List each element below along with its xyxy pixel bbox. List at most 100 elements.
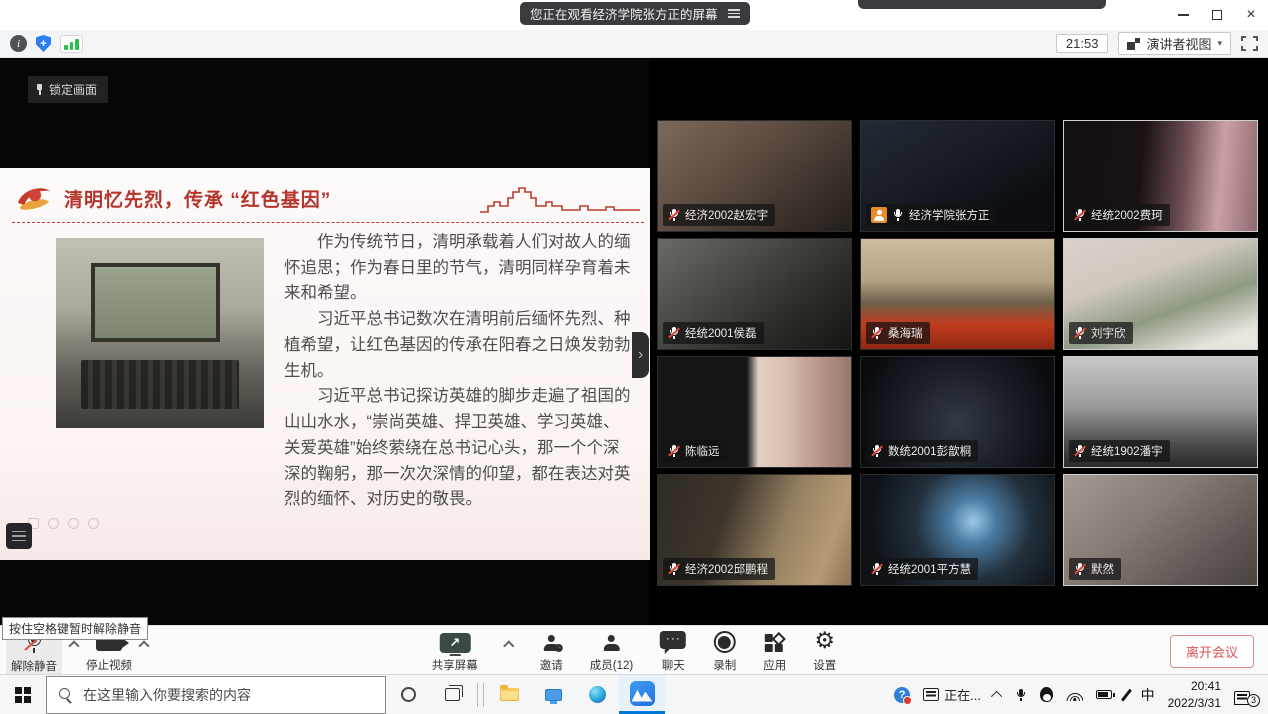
mic-muted-icon — [1074, 208, 1086, 222]
video-tile[interactable]: 陈临远 — [657, 356, 852, 468]
video-tile[interactable]: 经统1902潘宇 — [1063, 356, 1258, 468]
video-tile[interactable]: 经统2001平方慧 — [860, 474, 1055, 586]
participant-name: 桑海瑞 — [888, 325, 923, 341]
help-tray-icon[interactable]: ? — [894, 687, 910, 703]
video-tile[interactable]: 刘宇欣 — [1063, 238, 1258, 350]
start-button[interactable] — [0, 675, 46, 714]
chat-button[interactable]: ··· 聊天 — [660, 630, 686, 673]
record-button[interactable]: 录制 — [713, 630, 736, 673]
minimize-button[interactable] — [1166, 0, 1200, 30]
participant-label: 刘宇欣 — [1069, 322, 1133, 344]
search-icon — [59, 688, 73, 702]
task-view-icon — [445, 688, 460, 701]
mic-muted-icon — [1074, 444, 1086, 458]
invite-person-icon: + — [543, 635, 559, 651]
apps-button[interactable]: 应用 — [763, 630, 786, 673]
chat-bubble-icon: ··· — [660, 631, 686, 649]
participant-label: 经统2001侯磊 — [663, 322, 764, 344]
mic-muted-icon — [668, 326, 680, 340]
participant-name: 数统2001彭歆桐 — [888, 443, 971, 459]
wifi-icon[interactable] — [1066, 689, 1083, 701]
view-mode-label: 演讲者视图 — [1146, 34, 1211, 53]
task-view-button[interactable] — [430, 675, 474, 714]
participant-name: 经统1902潘宇 — [1091, 443, 1163, 459]
participant-name: 经统2002费珂 — [1091, 207, 1163, 223]
slide-edit-tools[interactable] — [28, 518, 99, 529]
video-tile[interactable]: 经济2002赵宏宇 — [657, 120, 852, 232]
gear-icon: ⚙ — [814, 630, 835, 653]
video-tile[interactable]: 默然 — [1063, 474, 1258, 586]
news-ticker-button[interactable]: 正在... — [923, 685, 981, 704]
slide-paragraph: 习近平总书记探访英雄的脚步走遍了祖国的山山水水，“崇尚英雄、捍卫英雄、学习英雄、… — [284, 384, 632, 513]
cortana-button[interactable] — [386, 675, 430, 714]
taskbar-date: 2022/3/31 — [1168, 696, 1221, 710]
share-screen-label: 共享屏幕 — [432, 657, 478, 673]
participant-name: 经统2001平方慧 — [888, 561, 971, 577]
mic-muted-icon — [1074, 326, 1086, 340]
video-tile[interactable]: 经统2001侯磊 — [657, 238, 852, 350]
pen-icon[interactable] — [1121, 688, 1132, 701]
settings-button[interactable]: ⚙ 设置 — [813, 630, 836, 673]
notification-center-button[interactable]: 3 — [1234, 685, 1260, 705]
qq-tray-icon[interactable] — [1040, 687, 1053, 702]
pin-screen-button[interactable]: 锁定画面 — [28, 76, 108, 103]
mute-tooltip: 按住空格键暂时解除静音 — [2, 617, 148, 640]
windows-logo-icon — [15, 687, 31, 703]
meeting-info-icon[interactable]: i — [10, 35, 27, 52]
participant-label: 经济2002赵宏宇 — [663, 204, 775, 226]
view-mode-button[interactable]: 演讲者视图 ▾ — [1118, 32, 1231, 55]
share-options-chevron[interactable] — [503, 640, 514, 651]
ime-indicator[interactable]: 中 — [1141, 685, 1155, 705]
taskbar-clock[interactable]: 20:41 2022/3/31 — [1168, 678, 1221, 710]
window-controls: × — [1166, 0, 1268, 30]
participant-grid: 经济2002赵宏宇 经济学院张方正 经统2002费珂 — [657, 120, 1258, 586]
video-options-chevron[interactable] — [138, 640, 149, 651]
chat-label: 聊天 — [662, 657, 685, 673]
mic-muted-icon — [1074, 562, 1086, 576]
invite-button[interactable]: + 邀请 — [540, 630, 563, 673]
video-tile[interactable]: 桑海瑞 — [860, 238, 1055, 350]
file-explorer-button[interactable] — [487, 675, 531, 714]
banner-menu-icon[interactable] — [728, 9, 740, 18]
title-dashed-line — [12, 222, 644, 223]
invite-label: 邀请 — [540, 657, 563, 673]
screen-sharing-badge-icon — [871, 207, 887, 223]
taskbar-search-input[interactable]: 在这里输入你要搜索的内容 — [46, 676, 386, 714]
slide-paragraph: 习近平总书记数次在清明前后缅怀先烈、种植希望，让红色基因的传承在阳春之日焕发勃勃… — [284, 307, 632, 384]
pc-button[interactable] — [531, 675, 575, 714]
video-tile[interactable]: 经济学院张方正 — [860, 120, 1055, 232]
news-icon — [923, 688, 939, 701]
edge-button[interactable] — [575, 675, 619, 714]
monitor-icon — [545, 689, 562, 701]
mic-options-chevron[interactable] — [68, 640, 79, 651]
hidden-icons-chevron[interactable] — [991, 690, 1002, 701]
participant-label: 经统2001平方慧 — [866, 558, 978, 580]
mic-muted-icon — [668, 208, 680, 222]
security-shield-icon[interactable]: + — [36, 35, 51, 52]
maximize-button[interactable] — [1200, 0, 1234, 30]
video-tile[interactable]: 经济2002邱鹏程 — [657, 474, 852, 586]
window-titlebar: 您正在观看经济学院张方正的屏幕 × — [0, 0, 1268, 30]
leave-meeting-button[interactable]: 离开会议 — [1170, 635, 1254, 668]
video-tile[interactable]: 数统2001彭歆桐 — [860, 356, 1055, 468]
mic-muted-icon — [871, 444, 883, 458]
cortana-icon — [401, 687, 416, 702]
share-screen-button[interactable]: ↗ 共享屏幕 — [432, 630, 478, 673]
microphone-tray-icon[interactable] — [1015, 688, 1027, 702]
fullscreen-button[interactable] — [1241, 36, 1258, 51]
unmute-label: 解除静音 — [11, 658, 57, 674]
layout-icon — [1127, 38, 1140, 50]
battery-icon[interactable] — [1096, 690, 1112, 699]
meeting-app-button[interactable] — [619, 675, 665, 714]
video-tile[interactable]: 经统2002费珂 — [1063, 120, 1258, 232]
network-signal-icon[interactable] — [60, 35, 83, 53]
participant-label: 数统2001彭歆桐 — [866, 440, 978, 462]
meeting-statusbar: i + 21:53 演讲者视图 ▾ — [0, 30, 1268, 58]
panel-expand-handle[interactable]: › — [632, 332, 649, 378]
great-wall-decoration — [480, 184, 640, 216]
members-button[interactable]: 成员(12) — [590, 630, 633, 673]
windows-taskbar: 在这里输入你要搜索的内容 ? 正在... 中 20: — [0, 674, 1268, 714]
close-button[interactable]: × — [1234, 0, 1268, 30]
annotation-toolbar-icon[interactable] — [6, 523, 32, 549]
share-screen-icon: ↗ — [439, 633, 470, 653]
